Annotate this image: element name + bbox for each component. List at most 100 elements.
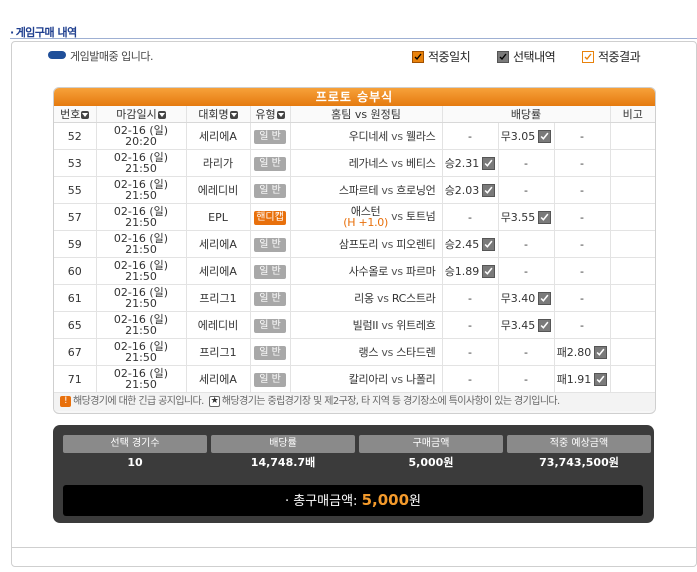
- odds-value: -: [468, 291, 472, 305]
- type-badge: 일 반: [254, 318, 286, 333]
- odds-cell[interactable]: 승2.45: [442, 230, 499, 258]
- odds-cell[interactable]: -: [554, 149, 611, 177]
- vs-label: vs: [381, 238, 394, 251]
- match-cell: 랭스 vs 스타드렌: [290, 338, 443, 366]
- table-row: 67 02-16 (일) 21:50 프리그1 일 반 랭스 vs 스타드렌 - - 패2.80: [54, 338, 655, 366]
- odds-cell[interactable]: -: [442, 311, 499, 339]
- sort-icon[interactable]: [81, 111, 90, 119]
- col-league[interactable]: 대회명: [186, 106, 251, 123]
- bet-table-panel: 프로토 승부식 번호 마감일시 대회명 유형 홈팀 vs 원정팀 배당률 비고 …: [53, 87, 656, 414]
- checkbox-checked-icon[interactable]: [482, 237, 496, 251]
- odds-cell[interactable]: 무3.05: [498, 122, 555, 150]
- odds-cell[interactable]: 승2.03: [442, 176, 499, 204]
- odds-cell[interactable]: -: [498, 338, 555, 366]
- col-no[interactable]: 번호: [54, 106, 97, 123]
- odds-cell[interactable]: -: [498, 257, 555, 285]
- odds-cell[interactable]: -: [554, 284, 611, 312]
- legend-result: 적중결과: [582, 48, 641, 65]
- odds-cell[interactable]: -: [442, 338, 499, 366]
- table-row: 53 02-16 (일) 21:50 라리가 일 반 레가네스 vs 베티스 승2.31- -: [54, 149, 655, 177]
- home-team: 사수올로: [348, 265, 389, 278]
- game-type: 일 반: [250, 338, 291, 366]
- deadline-time: 20:20: [125, 135, 157, 148]
- odds-cell[interactable]: -: [554, 122, 611, 150]
- game-type: 일 반: [250, 257, 291, 285]
- odds-value: 승2.03: [444, 184, 480, 197]
- sort-icon[interactable]: [229, 111, 238, 119]
- league-name: 프리그1: [186, 284, 251, 312]
- checkbox-checked-icon[interactable]: [482, 183, 496, 197]
- odds-cell[interactable]: 무3.45: [498, 311, 555, 339]
- home-team: 빌럼II: [352, 319, 379, 332]
- summary-label: 배당률: [211, 435, 355, 453]
- sort-icon[interactable]: [157, 111, 166, 119]
- total-unit: 원: [409, 494, 421, 509]
- away-team: 피오렌티: [396, 238, 436, 251]
- match-cell: 스파르테 vs 흐로닝언: [290, 176, 443, 204]
- vs-label: vs: [391, 157, 403, 170]
- odds-cell[interactable]: -: [498, 230, 555, 258]
- deadline: 02-16 (일) 21:50: [96, 284, 187, 312]
- col-type[interactable]: 유형: [250, 106, 291, 123]
- table-row: 55 02-16 (일) 21:50 에레디비 일 반 스파르테 vs 흐로닝언 승2.03…: [54, 176, 655, 204]
- col-match: 홈팀 vs 원정팀: [290, 106, 443, 123]
- odds-cell[interactable]: -: [498, 176, 555, 204]
- odds-cell[interactable]: 패2.80: [554, 338, 611, 366]
- col-type-label: 유형: [255, 108, 276, 121]
- checkbox-checked-icon[interactable]: [538, 291, 552, 305]
- col-deadline[interactable]: 마감일시: [96, 106, 187, 123]
- summary-label: 구매금액: [359, 435, 503, 453]
- league-name: EPL: [186, 203, 251, 231]
- odds-cell[interactable]: -: [554, 311, 611, 339]
- deadline: 02-16 (일) 21:50: [96, 230, 187, 258]
- checkbox-checked-icon[interactable]: [482, 264, 496, 278]
- odds-cell[interactable]: 승2.31: [442, 149, 499, 177]
- odds-cell[interactable]: -: [554, 257, 611, 285]
- odds-cell[interactable]: 승1.89: [442, 257, 499, 285]
- type-badge: 핸디캡: [254, 210, 286, 225]
- sort-icon[interactable]: [276, 111, 285, 119]
- deadline: 02-16 (일) 21:50: [96, 365, 187, 393]
- checkbox-checked-icon[interactable]: [594, 372, 608, 386]
- note-cell: [610, 365, 655, 393]
- checkbox-checked-icon[interactable]: [538, 210, 552, 224]
- col-no-label: 번호: [60, 108, 81, 121]
- odds-value: -: [524, 345, 528, 359]
- odds-cell[interactable]: -: [498, 149, 555, 177]
- game-type: 일 반: [250, 230, 291, 258]
- match-cell: 사수올로 vs 파르마: [290, 257, 443, 285]
- odds-cell[interactable]: -: [442, 284, 499, 312]
- deadline-time: 21:50: [125, 189, 157, 202]
- bet-table: 번호 마감일시 대회명 유형 홈팀 vs 원정팀 배당률 비고 52 02-16 …: [54, 106, 655, 393]
- checkbox-checked-icon[interactable]: [482, 156, 496, 170]
- checkbox-checked-icon[interactable]: [538, 318, 552, 332]
- summary-game-count: 선택 경기수 10: [63, 435, 207, 473]
- odds-cell[interactable]: -: [442, 122, 499, 150]
- odds-cell[interactable]: 무3.40: [498, 284, 555, 312]
- total-amount: 5,000: [361, 491, 410, 509]
- league-name: 라리가: [186, 149, 251, 177]
- odds-cell[interactable]: -: [498, 365, 555, 393]
- notice-urgent: 해당경기에 대한 긴급 공지입니다.: [73, 396, 204, 407]
- odds-cell[interactable]: 패1.91: [554, 365, 611, 393]
- note-cell: [610, 284, 655, 312]
- odds-cell[interactable]: -: [554, 203, 611, 231]
- league-name: 세리에A: [186, 257, 251, 285]
- odds-cell[interactable]: -: [442, 365, 499, 393]
- match-cell: 리옹 vs RC스트라: [290, 284, 443, 312]
- checkbox-checked-icon[interactable]: [594, 345, 608, 359]
- odds-value: -: [524, 372, 528, 386]
- vs-label: vs: [381, 346, 394, 359]
- odds-value: -: [580, 210, 584, 224]
- deadline: 02-16 (일) 21:50: [96, 203, 187, 231]
- summary-label: 선택 경기수: [63, 435, 207, 453]
- league-name: 세리에A: [186, 365, 251, 393]
- game-type: 일 반: [250, 365, 291, 393]
- status-indicator-icon: [48, 51, 66, 59]
- odds-cell[interactable]: -: [554, 176, 611, 204]
- odds-cell[interactable]: -: [554, 230, 611, 258]
- odds-cell[interactable]: -: [442, 203, 499, 231]
- summary-expected: 적중 예상금액 73,743,500원: [507, 435, 651, 473]
- checkbox-checked-icon[interactable]: [538, 129, 552, 143]
- odds-cell[interactable]: 무3.55: [498, 203, 555, 231]
